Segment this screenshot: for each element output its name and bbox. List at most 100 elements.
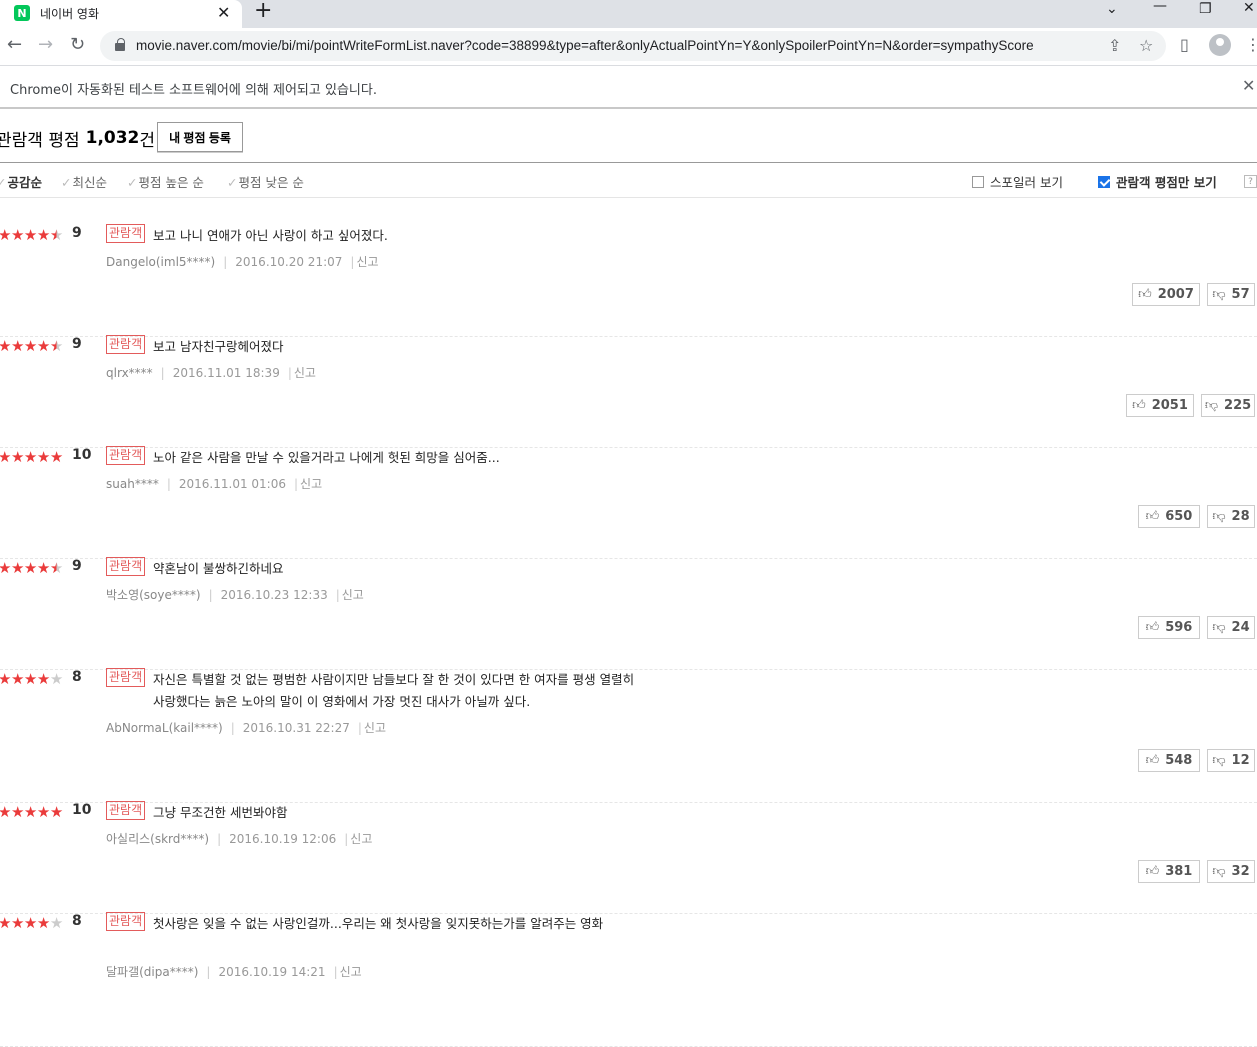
spoiler-checkbox[interactable] xyxy=(972,175,984,188)
report-link[interactable]: 신고 xyxy=(340,963,362,980)
review-author[interactable]: 달파갤(dipa****) xyxy=(106,963,198,980)
star-icon: ★ xyxy=(10,337,24,355)
report-link[interactable]: 신고 xyxy=(294,364,316,381)
audience-badge: 관람객 xyxy=(106,335,146,354)
like-button[interactable]: 👍︎ 2051 xyxy=(1126,394,1194,417)
help-icon[interactable]: ? xyxy=(1244,175,1257,188)
rating-number: 10 xyxy=(72,447,92,463)
thumbs-up-icon: 👍︎ xyxy=(1145,753,1160,768)
review-author[interactable]: AbNormaL(kail****) xyxy=(106,721,223,735)
forward-arrow-icon[interactable]: → xyxy=(38,34,53,55)
star-icon: ★ xyxy=(36,448,50,466)
thumbs-up-icon: 👍︎ xyxy=(1138,287,1152,302)
like-button[interactable]: 👍︎ 548 xyxy=(1138,749,1200,772)
like-button[interactable]: 👍︎ 381 xyxy=(1138,860,1200,883)
report-link[interactable]: 신고 xyxy=(342,586,364,603)
dislike-button[interactable]: 👎︎ 225 xyxy=(1201,394,1255,417)
report-link[interactable]: 신고 xyxy=(356,253,378,270)
audience-badge: 관람객 xyxy=(106,557,146,576)
dislike-button[interactable]: 👎︎ 12 xyxy=(1207,749,1255,772)
rating-number: 9 xyxy=(72,558,82,574)
review-meta: qlrx**** | 2016.11.01 18:39 | 신고 xyxy=(106,364,316,381)
review-author[interactable]: qlrx**** xyxy=(106,366,153,380)
audience-badge: 관람객 xyxy=(106,801,146,820)
report-link[interactable]: 신고 xyxy=(350,830,372,847)
star-icon: ★ xyxy=(10,559,24,577)
window-close-icon[interactable]: ✕ xyxy=(1243,0,1255,16)
browser-toolbar: ← → ↻ movie.naver.com/movie/bi/mi/pointW… xyxy=(0,28,1257,65)
tab-search-icon[interactable]: ⌄ xyxy=(1106,1,1118,17)
tab-close-icon[interactable]: ✕ xyxy=(217,3,230,22)
sort-high[interactable]: ✓평점 높은 순 xyxy=(127,172,204,191)
side-panel-icon[interactable]: ▯ xyxy=(1180,35,1189,54)
dislike-button[interactable]: 👎︎ 24 xyxy=(1207,616,1255,639)
star-icon: ★ xyxy=(0,337,11,355)
review-text: 노아 같은 사람을 만날 수 있을거라고 나에게 헛된 희망을 심어줌... xyxy=(153,450,500,465)
minimize-icon[interactable]: — xyxy=(1153,0,1167,14)
meta-divider: | xyxy=(223,254,228,269)
score-header: 관람객 평점 1,032 건 xyxy=(0,123,155,153)
report-link[interactable]: 신고 xyxy=(300,475,322,492)
new-tab-icon[interactable]: + xyxy=(254,0,272,23)
infobar-text: Chrome이 자동화된 테스트 소프트웨어에 의해 제어되고 있습니다. xyxy=(10,83,377,98)
audience-only-checkbox[interactable] xyxy=(1098,175,1110,188)
star-icon: ★ xyxy=(49,337,63,355)
thumbs-down-icon: 👎︎ xyxy=(1204,398,1219,413)
review-author[interactable]: 박소영(soye****) xyxy=(106,586,201,603)
profile-avatar-icon[interactable] xyxy=(1209,34,1231,56)
audience-only-toggle[interactable]: 관람객 평점만 보기 xyxy=(1098,172,1217,191)
meta-divider: | xyxy=(160,365,165,380)
like-button[interactable]: 👍︎ 2007 xyxy=(1132,283,1200,306)
report-link[interactable]: 신고 xyxy=(364,719,386,736)
meta-divider: | xyxy=(208,587,213,602)
star-icon: ★ xyxy=(36,337,50,355)
thumbs-down-icon: 👎︎ xyxy=(1212,864,1226,879)
register-score-button[interactable]: 내 평점 등록 xyxy=(157,122,243,152)
like-count: 2051 xyxy=(1151,398,1188,413)
sort-sympathy[interactable]: ✓공감순 xyxy=(0,172,42,191)
review-date: 2016.10.23 12:33 xyxy=(220,587,328,602)
menu-kebab-icon[interactable]: ⋮ xyxy=(1245,35,1257,54)
review-author[interactable]: Dangelo(iml5****) xyxy=(106,255,215,269)
review-author[interactable]: 아실리스(skrd****) xyxy=(106,830,209,847)
url-text[interactable]: movie.naver.com/movie/bi/mi/pointWriteFo… xyxy=(136,38,1034,53)
restore-icon[interactable]: ❐ xyxy=(1199,1,1212,17)
star-icon: ★ xyxy=(49,448,63,466)
like-button[interactable]: 👍︎ 650 xyxy=(1138,505,1200,528)
meta-divider: | xyxy=(333,964,338,979)
review-meta: 박소영(soye****) | 2016.10.23 12:33 | 신고 xyxy=(106,586,364,603)
tab-title: 네이버 영화 xyxy=(40,7,100,21)
reload-icon[interactable]: ↻ xyxy=(70,34,85,55)
dislike-count: 57 xyxy=(1231,287,1250,302)
audience-badge: 관람객 xyxy=(106,224,146,243)
star-icon: ★ xyxy=(23,448,37,466)
review-meta: AbNormaL(kail****) | 2016.10.31 22:27 | 신고 xyxy=(106,719,386,736)
infobar-close-icon[interactable]: ✕ xyxy=(1242,76,1255,95)
review-author[interactable]: suah**** xyxy=(106,477,159,491)
review-meta: Dangelo(iml5****) | 2016.10.20 21:07 | 신고 xyxy=(106,253,379,270)
sort-latest[interactable]: ✓최신순 xyxy=(61,172,107,191)
spoiler-toggle[interactable]: 스포일러 보기 xyxy=(972,172,1063,191)
star-icon: ★ xyxy=(49,670,63,688)
dislike-count: 12 xyxy=(1231,753,1250,768)
browser-tab[interactable]: N 네이버 영화 ✕ xyxy=(0,0,242,28)
thumbs-up-icon: 👍︎ xyxy=(1145,620,1160,635)
bookmark-star-icon[interactable]: ☆ xyxy=(1139,36,1153,55)
thumbs-down-icon: 👎︎ xyxy=(1212,753,1226,768)
dislike-button[interactable]: 👎︎ 28 xyxy=(1207,505,1255,528)
meta-divider: | xyxy=(335,587,340,602)
star-icon: ★ xyxy=(10,226,24,244)
share-icon[interactable]: ⇪ xyxy=(1108,36,1121,55)
star-icon: ★ xyxy=(0,559,11,577)
back-arrow-icon[interactable]: ← xyxy=(7,34,22,55)
like-button[interactable]: 👍︎ 596 xyxy=(1138,616,1200,639)
sort-low[interactable]: ✓평점 낮은 순 xyxy=(227,172,304,191)
address-bar[interactable]: movie.naver.com/movie/bi/mi/pointWriteFo… xyxy=(100,31,1166,61)
dislike-button[interactable]: 👎︎ 32 xyxy=(1207,860,1255,883)
meta-divider: | xyxy=(293,476,299,491)
like-count: 2007 xyxy=(1157,287,1194,302)
star-icon: ★ xyxy=(23,803,37,821)
dislike-button[interactable]: 👎︎ 57 xyxy=(1207,283,1255,306)
rating-number: 9 xyxy=(72,225,82,241)
review-text: 보고 나니 연애가 아닌 사랑이 하고 싶어졌다. xyxy=(153,228,388,243)
